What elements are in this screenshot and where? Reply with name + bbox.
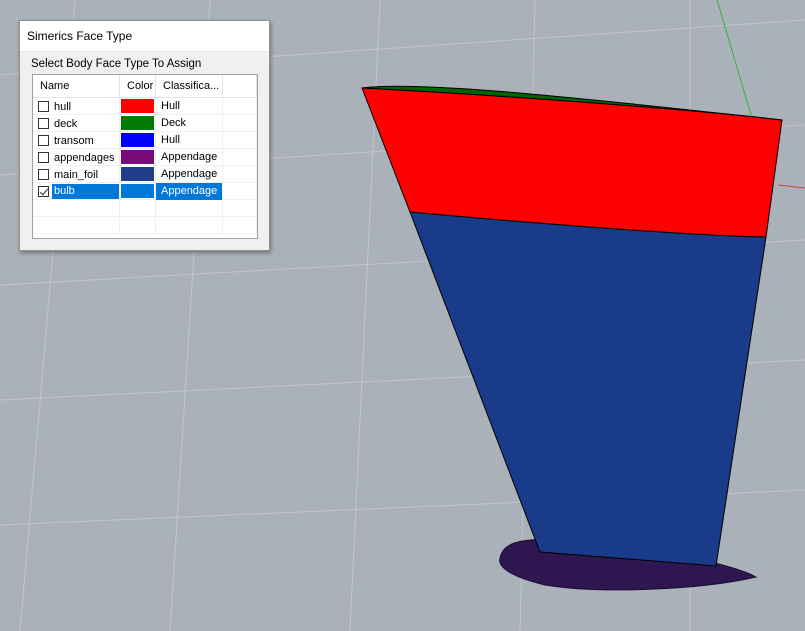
list-item-main-foil[interactable]: main_foil Appendage (33, 166, 257, 183)
cell-name: main_foil (33, 166, 120, 183)
row-checkbox[interactable] (38, 135, 49, 146)
cell-name: deck (33, 115, 120, 132)
cell-spacer (223, 149, 257, 166)
row-checkbox[interactable] (38, 101, 49, 112)
color-swatch (121, 99, 154, 113)
row-checkbox[interactable] (38, 152, 49, 163)
row-name-label: transom (54, 134, 94, 147)
list-item-deck[interactable]: deck Deck (33, 115, 257, 132)
row-name-label: bulb (52, 184, 119, 199)
row-checkbox[interactable] (38, 186, 49, 197)
row-name-label: hull (54, 100, 72, 113)
cell-spacer (223, 166, 257, 183)
row-name-label: appendages (54, 151, 115, 164)
cell-name: bulb (33, 183, 120, 200)
column-header-name[interactable]: Name (33, 75, 120, 97)
cell-color[interactable] (120, 132, 156, 149)
cell-color[interactable] (120, 115, 156, 132)
column-header-spacer (223, 75, 257, 97)
column-header-color[interactable]: Color (120, 75, 156, 97)
list-item-bulb[interactable]: bulb Appendage (33, 183, 257, 200)
dialog-title: Simerics Face Type (20, 21, 269, 52)
list-item-appendages[interactable]: appendages Appendage (33, 149, 257, 166)
color-swatch (121, 133, 154, 147)
cell-color[interactable] (120, 149, 156, 166)
cell-name: transom (33, 132, 120, 149)
column-header-classification[interactable]: Classifica... (156, 75, 223, 97)
list-item-hull[interactable]: hull Hull (33, 98, 257, 115)
row-name-label: deck (54, 117, 78, 130)
cell-classification[interactable]: Hull (156, 98, 223, 115)
list-item-transom[interactable]: transom Hull (33, 132, 257, 149)
list-header: Name Color Classifica... (33, 75, 257, 98)
cell-spacer (223, 98, 257, 115)
color-swatch (121, 167, 154, 181)
cell-spacer (223, 132, 257, 149)
face-type-list[interactable]: Name Color Classifica... hull Hull deck Dec… (32, 74, 258, 239)
row-checkbox[interactable] (38, 169, 49, 180)
cell-spacer (223, 183, 257, 200)
cell-color[interactable] (120, 98, 156, 115)
face-type-dialog[interactable]: Simerics Face Type Select Body Face Type… (19, 20, 270, 251)
cell-classification[interactable]: Hull (156, 132, 223, 149)
color-swatch (121, 150, 154, 164)
color-swatch (121, 184, 154, 198)
cell-name: hull (33, 98, 120, 115)
row-name-label: main_foil (54, 168, 99, 181)
group-label: Select Body Face Type To Assign (31, 58, 202, 70)
cell-color[interactable] (120, 183, 156, 200)
cell-name: appendages (33, 149, 120, 166)
cell-color[interactable] (120, 166, 156, 183)
color-swatch (121, 116, 154, 130)
cell-classification[interactable]: Appendage (156, 149, 223, 166)
cell-classification[interactable]: Appendage (156, 183, 223, 200)
list-rows: hull Hull deck Deck transom Hull appendages App… (33, 98, 257, 234)
cell-spacer (223, 115, 257, 132)
cell-classification[interactable]: Deck (156, 115, 223, 132)
empty-row (33, 217, 257, 234)
cell-classification[interactable]: Appendage (156, 166, 223, 183)
empty-row (33, 200, 257, 217)
row-checkbox[interactable] (38, 118, 49, 129)
